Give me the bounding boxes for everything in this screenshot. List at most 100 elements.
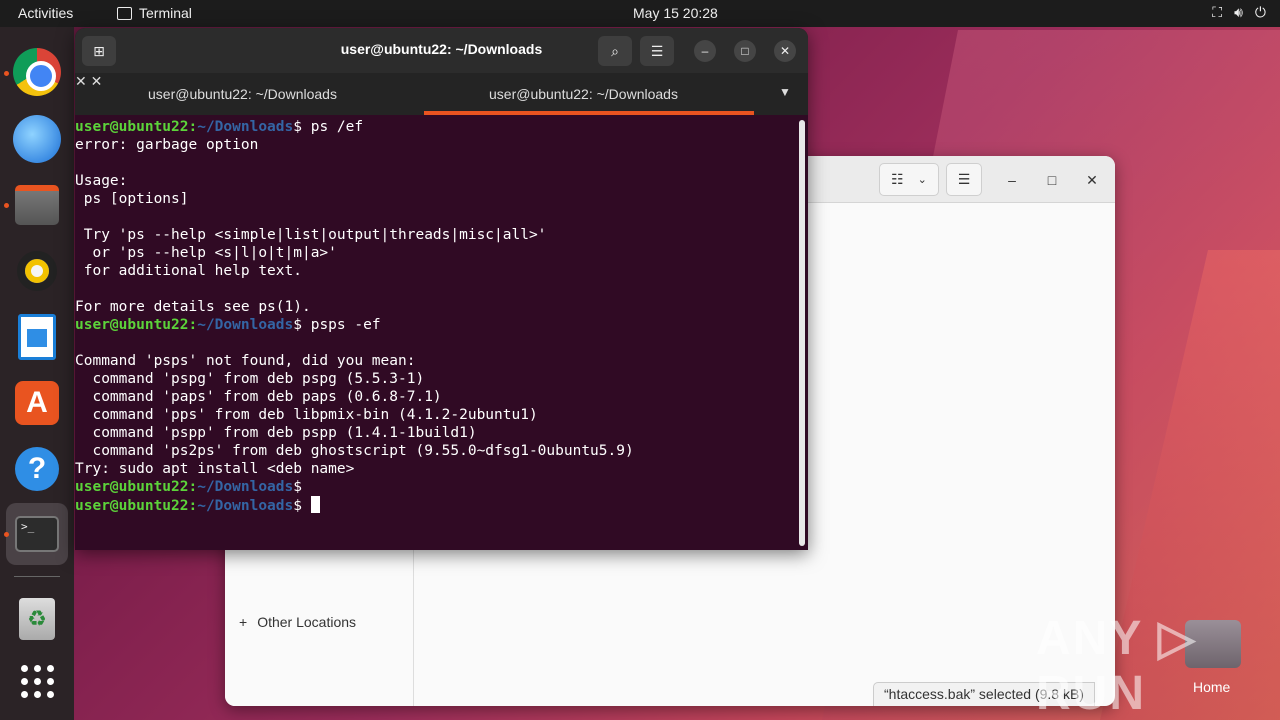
prompt-line: user@ubuntu22:~/Downloads$ <box>75 478 797 496</box>
view-toggle-button[interactable]: ☷ ⌄ <box>879 163 939 196</box>
power-icon: ⏻ <box>1254 4 1266 20</box>
command-text <box>302 498 311 514</box>
tab-close-icon[interactable]: ✕ <box>75 73 87 89</box>
output-line: for additional help text. <box>75 263 302 279</box>
output-line: command 'ps2ps' from deb ghostscript (9.… <box>75 443 634 459</box>
plus-icon: + <box>239 614 248 630</box>
dock-item-files[interactable] <box>12 180 62 230</box>
system-tray[interactable]: ⛶ 🔊︎ ⏻ <box>1212 4 1266 21</box>
dock-item-chrome[interactable] <box>12 47 62 97</box>
show-apps-button[interactable] <box>12 656 62 706</box>
sidebar-item-other-locations[interactable]: + Other Locations <box>239 614 356 630</box>
minimize-button[interactable]: – <box>694 40 716 62</box>
running-indicator <box>4 71 9 76</box>
dock-item-terminal[interactable]: >_ <box>12 509 62 559</box>
menu-button[interactable]: ☰ <box>946 163 982 196</box>
top-bar: Activities Terminal May 15 20:28 ⛶ 🔊︎ ⏻ <box>0 0 1280 27</box>
list-view-icon: ☷ <box>891 171 904 187</box>
terminal-window[interactable]: ⊞ user@ubuntu22: ~/Downloads ⌕ ☰ – □ ✕ u… <box>75 28 808 550</box>
output-line: error: garbage option <box>75 137 259 153</box>
output-line: command 'pspg' from deb pspg (5.5.3-1) <box>75 371 425 387</box>
output-line: For more details see ps(1). <box>75 299 311 315</box>
output-line: command 'pps' from deb libpmix-bin (4.1.… <box>75 407 538 423</box>
terminal-headerbar: ⊞ user@ubuntu22: ~/Downloads ⌕ ☰ – □ ✕ <box>75 28 808 73</box>
text-cursor <box>310 496 320 513</box>
scrollbar[interactable] <box>799 120 805 546</box>
prompt-user: user@ubuntu22: <box>75 317 198 333</box>
tab-downloads-1[interactable]: user@ubuntu22: ~/Downloads <box>148 73 337 115</box>
output-line: command 'pspp' from deb pspp (1.4.1-1bui… <box>75 425 477 441</box>
dock: A ? >_ ♻ <box>0 27 74 720</box>
tab-label: user@ubuntu22: ~/Downloads <box>489 86 678 102</box>
menu-button[interactable]: ☰ <box>640 36 674 66</box>
running-indicator <box>4 532 9 537</box>
chrome-icon <box>13 48 61 96</box>
tab-bar: user@ubuntu22: ~/Downloads ✕ user@ubuntu… <box>75 73 808 115</box>
dock-item-thunderbird[interactable] <box>12 114 62 164</box>
output-line: Try 'ps --help <simple|list|output|threa… <box>75 227 547 243</box>
output-line: ps [options] <box>75 191 189 207</box>
close-button[interactable]: ✕ <box>1081 169 1103 191</box>
prompt-path: ~/Downloads <box>197 479 294 495</box>
prompt-symbol: $ <box>293 317 302 333</box>
writer-icon <box>18 314 56 360</box>
terminal-icon <box>117 6 132 20</box>
tab-close-icon[interactable]: ✕ <box>91 73 103 89</box>
chevron-down-icon: ⌄ <box>917 174 927 186</box>
dock-item-trash[interactable]: ♻ <box>12 594 62 644</box>
app-menu[interactable]: Terminal <box>117 5 192 21</box>
prompt-path: ~/Downloads <box>197 317 294 333</box>
output-line: Usage: <box>75 173 128 189</box>
prompt-line: user@ubuntu22:~/Downloads$ <box>75 496 797 514</box>
tab-label: user@ubuntu22: ~/Downloads <box>148 86 337 102</box>
dock-item-app-center[interactable]: A <box>12 378 62 428</box>
app-center-icon: A <box>15 381 59 425</box>
output-line: or 'ps --help <s|l|o|t|m|a>' <box>75 245 337 261</box>
command-text: ps /ef <box>301 119 364 135</box>
sidebar-item-label: Other Locations <box>257 614 357 630</box>
chevron-down-icon[interactable]: ▼ <box>779 85 791 99</box>
prompt-line: user@ubuntu22:~/Downloads$ psps -ef <box>75 316 797 334</box>
dock-item-rhythmbox[interactable] <box>12 246 62 296</box>
minimize-button[interactable]: – <box>1001 169 1023 191</box>
prompt-line: user@ubuntu22:~/Downloads$ ps /ef <box>75 118 797 136</box>
tab-downloads-2[interactable]: user@ubuntu22: ~/Downloads <box>489 73 678 115</box>
output-line: Command 'psps' not found, did you mean: <box>75 353 416 369</box>
prompt-path: ~/Downloads <box>197 498 294 514</box>
watermark: ANY ▷ RUN <box>1036 612 1197 720</box>
dock-item-writer[interactable] <box>12 312 62 362</box>
close-button[interactable]: ✕ <box>774 40 796 62</box>
hamburger-icon: ☰ <box>650 42 664 59</box>
search-icon: ⌕ <box>611 42 619 59</box>
hamburger-icon: ☰ <box>957 171 971 187</box>
trash-icon: ♻ <box>19 598 55 640</box>
maximize-button[interactable]: □ <box>1041 169 1063 191</box>
clock[interactable]: May 15 20:28 <box>633 5 718 21</box>
files-icon <box>15 185 59 225</box>
search-button[interactable]: ⌕ <box>598 36 632 66</box>
prompt-user: user@ubuntu22: <box>75 119 198 135</box>
prompt-symbol: $ <box>293 479 302 495</box>
dock-item-help[interactable]: ? <box>12 444 62 494</box>
network-icon: ⛶ <box>1212 4 1223 20</box>
terminal-output[interactable]: user@ubuntu22:~/Downloads$ ps /ef error: … <box>75 115 797 550</box>
prompt-symbol: $ <box>293 119 302 135</box>
prompt-path: ~/Downloads <box>197 119 294 135</box>
activities-button[interactable]: Activities <box>18 5 73 21</box>
help-icon: ? <box>15 447 59 491</box>
output-line: command 'paps' from deb paps (0.6.8-7.1) <box>75 389 442 405</box>
app-menu-label: Terminal <box>139 5 192 21</box>
rhythmbox-icon <box>17 251 57 291</box>
prompt-user: user@ubuntu22: <box>75 498 198 514</box>
prompt-symbol: $ <box>293 498 302 514</box>
maximize-button[interactable]: □ <box>734 40 756 62</box>
dock-separator <box>14 576 60 577</box>
thunderbird-icon <box>13 115 61 163</box>
prompt-user: user@ubuntu22: <box>75 479 198 495</box>
volume-icon: 🔊︎ <box>1234 4 1243 20</box>
running-indicator <box>4 203 9 208</box>
command-text: psps -ef <box>301 317 381 333</box>
